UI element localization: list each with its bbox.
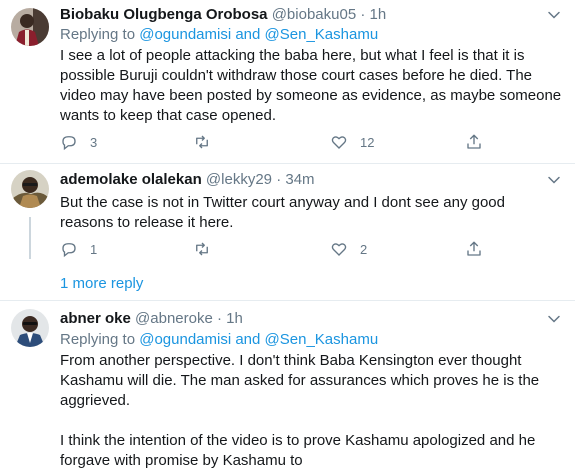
- like-button[interactable]: 2: [330, 240, 367, 258]
- like-button[interactable]: 12: [330, 133, 374, 151]
- retweet-button[interactable]: [193, 133, 211, 151]
- avatar[interactable]: [11, 170, 49, 208]
- separator: ·: [217, 310, 222, 327]
- avatar[interactable]: [11, 309, 49, 347]
- mention-link[interactable]: @ogundamisi: [139, 331, 231, 348]
- reply-icon: [62, 136, 76, 151]
- replying-to: Replying to @ogundamisi and @Sen_Kashamu: [60, 330, 378, 350]
- handle[interactable]: @biobaku05: [272, 6, 356, 23]
- timestamp[interactable]: 1h: [370, 6, 387, 23]
- tweet-actions: 3 12: [60, 133, 560, 153]
- tweet-text: I see a lot of people attacking the baba…: [60, 46, 562, 126]
- like-count: 2: [360, 241, 368, 257]
- display-name[interactable]: ademolake olalekan: [60, 171, 202, 188]
- replying-label: Replying to: [60, 26, 136, 43]
- replying-to: Replying to @ogundamisi and @Sen_Kashamu: [60, 25, 378, 45]
- heart-icon: [331, 243, 347, 256]
- handle[interactable]: @abneroke: [135, 310, 213, 327]
- mention-link[interactable]: @Sen_Kashamu: [265, 331, 379, 348]
- display-name[interactable]: Biobaku Olugbenga Orobosa: [60, 6, 268, 23]
- replying-label: Replying to: [60, 331, 136, 348]
- share-icon: [467, 241, 481, 256]
- like-count: 12: [360, 134, 375, 150]
- chevron-down-icon[interactable]: [547, 312, 561, 326]
- chevron-down-icon[interactable]: [547, 8, 561, 22]
- tweet-actions: 1 2: [60, 240, 560, 260]
- separator: ·: [360, 6, 366, 23]
- reply-button[interactable]: 1: [60, 240, 97, 258]
- chevron-down-icon[interactable]: [547, 173, 561, 187]
- tweet-text: But the case is not in Twitter court any…: [60, 193, 562, 233]
- tweet-header: ademolake olalekan @lekky29 · 34m: [60, 170, 315, 190]
- retweet-button[interactable]: [193, 240, 211, 258]
- reply-count: 3: [90, 134, 98, 150]
- retweet-icon: [196, 135, 208, 149]
- separator: ·: [276, 171, 282, 188]
- thread-line: [29, 217, 31, 259]
- reply-button[interactable]: 3: [60, 133, 97, 151]
- mention-link[interactable]: @ogundamisi: [139, 26, 231, 43]
- and-text: and: [235, 331, 261, 348]
- tweet-header: abner oke @abneroke · 1h: [60, 309, 243, 329]
- tweet-paragraph: But the case is not in Twitter court any…: [60, 194, 505, 231]
- share-icon: [467, 134, 481, 149]
- and-text: and: [235, 26, 261, 43]
- tweet-paragraph: From another perspective. I don't think …: [60, 352, 540, 409]
- more-replies-link[interactable]: 1 more reply: [60, 274, 143, 294]
- heart-icon: [331, 136, 347, 149]
- mention-link[interactable]: @Sen_Kashamu: [265, 26, 379, 43]
- timestamp[interactable]: 1h: [226, 310, 243, 327]
- share-button[interactable]: [465, 240, 483, 258]
- tweet-header: Biobaku Olugbenga Orobosa @biobaku05 · 1…: [60, 5, 386, 25]
- tweet-paragraph: I think the intention of the video is to…: [60, 432, 536, 469]
- handle[interactable]: @lekky29: [206, 171, 272, 188]
- reply-icon: [62, 243, 76, 258]
- avatar[interactable]: [11, 8, 49, 46]
- divider: [0, 163, 575, 164]
- reply-count: 1: [90, 241, 98, 257]
- retweet-icon: [196, 242, 208, 256]
- tweet-paragraph: I see a lot of people attacking the baba…: [60, 47, 562, 124]
- share-button[interactable]: [465, 133, 483, 151]
- divider: [0, 300, 575, 301]
- timestamp[interactable]: 34m: [285, 171, 314, 188]
- display-name[interactable]: abner oke: [60, 310, 131, 327]
- tweet-text: From another perspective. I don't think …: [60, 351, 562, 471]
